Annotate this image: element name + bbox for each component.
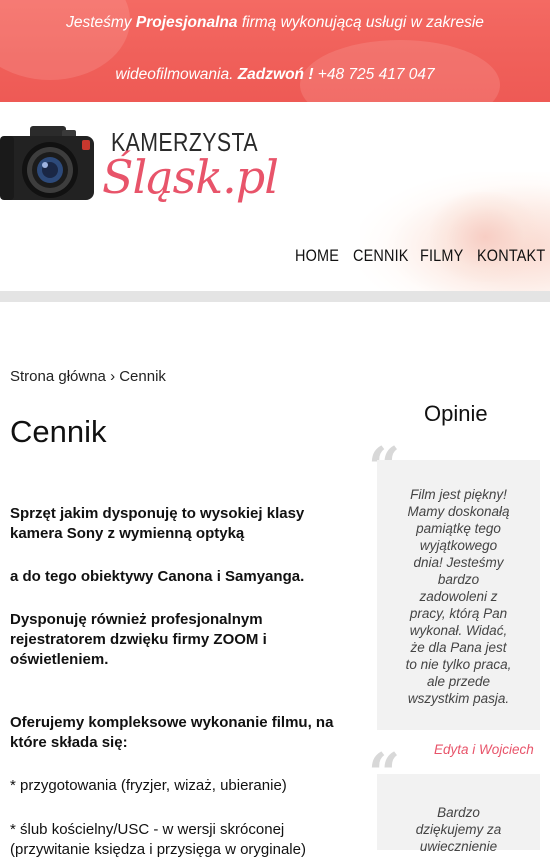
breadcrumb[interactable]: Strona główna › Cennik	[10, 368, 166, 385]
content-paragraph: Dysponuję również profesjonalnym rejestr…	[10, 611, 267, 668]
content-paragraph: Sprzęt jakim dysponuję to wysokiej klasy…	[10, 505, 305, 542]
testimonials-title: Opinie	[424, 401, 488, 426]
top-announcement-bar: Jesteśmy Projesjonalna firmą wykonującą …	[0, 0, 550, 130]
header-divider	[0, 291, 550, 302]
content-paragraph: Oferujemy kompleksowe wykonanie filmu, n…	[10, 714, 334, 751]
page-title: Cennik	[10, 414, 107, 449]
testimonial-text: Film jest piękny! Mamy doskonałą pamiątk…	[405, 487, 512, 706]
call-cta: Zadzwoń !	[237, 66, 314, 83]
content-paragraph: (przywitanie księdza i przysięga w orygi…	[10, 841, 306, 858]
nav-kontakt[interactable]: KONTAKT	[477, 246, 545, 266]
content-paragraph: * ślub kościelny/USC - w wersji skrócone…	[10, 821, 285, 838]
testimonial-box: Bardzo dziękujemy za uwiecznienie	[377, 774, 540, 854]
testimonial-box: Film jest piękny! Mamy doskonałą pamiątk…	[377, 460, 540, 730]
announcement-line-2: wideofilmowania. Zadzwoń ! +48 725 417 0…	[115, 66, 435, 83]
content-paragraph: * przygotowania (fryzjer, wizaż, ubieran…	[10, 777, 287, 794]
content-paragraph: a do tego obiektywy Canona i Samyanga.	[10, 568, 305, 585]
nav-home[interactable]: HOME	[295, 246, 339, 266]
announcement-line-1: Jesteśmy Projesjonalna firmą wykonującą …	[66, 14, 484, 31]
nav-filmy[interactable]: FILMY	[420, 246, 463, 266]
camera-icon[interactable]	[0, 124, 96, 204]
logo-script[interactable]: Śląsk.pl	[102, 150, 279, 204]
testimonial-text: Bardzo dziękujemy za uwiecznienie	[415, 805, 502, 854]
nav-cennik[interactable]: CENNIK	[353, 246, 409, 266]
site-header: KAMERZYSTA Śląsk.pl HOME CENNIK FILMY KO…	[0, 102, 550, 302]
testimonial-author: Edyta i Wojciech	[434, 742, 534, 757]
phone-number[interactable]: +48 725 417 047	[314, 66, 435, 83]
